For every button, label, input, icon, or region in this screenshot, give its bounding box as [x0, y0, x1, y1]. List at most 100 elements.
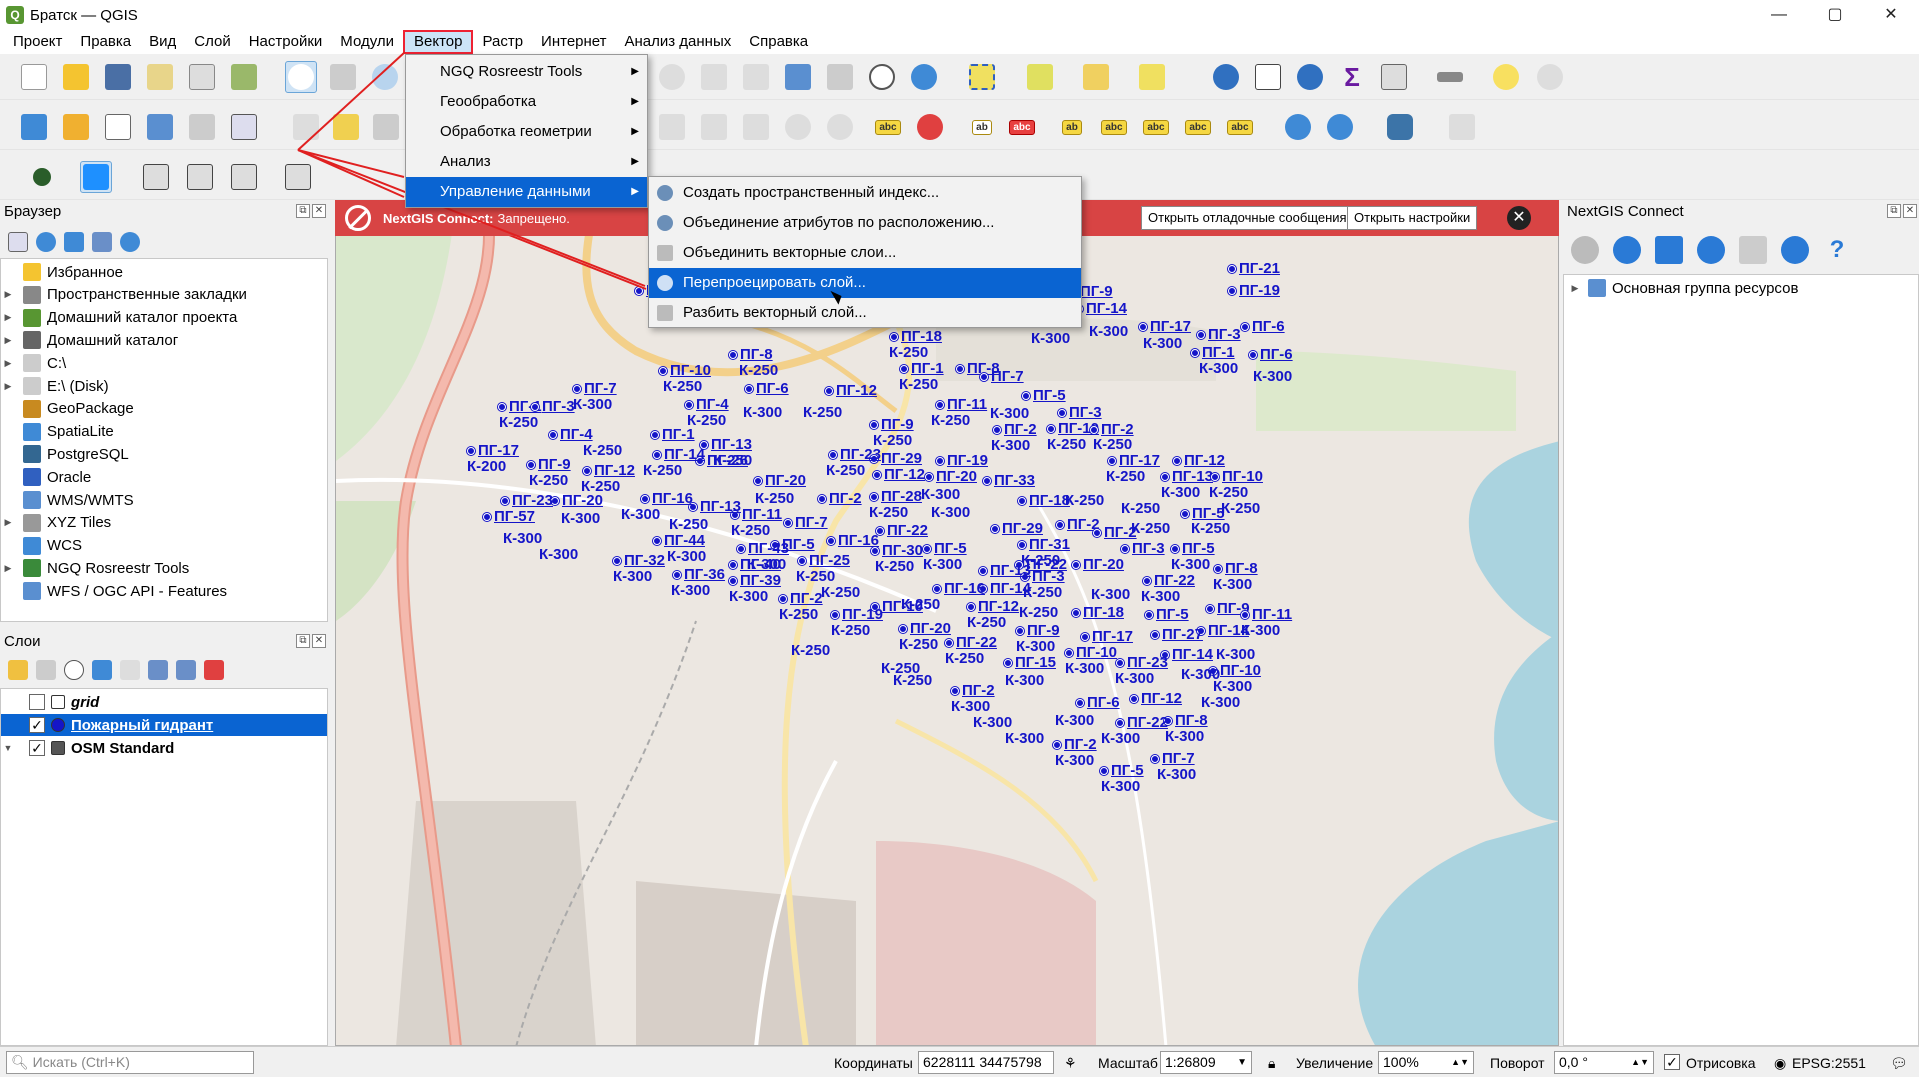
expand-arrow-icon[interactable]: ▼ [1, 743, 15, 753]
new-temp-layer-button[interactable] [186, 111, 218, 143]
select-by-value-button[interactable] [1024, 61, 1056, 93]
expand-arrow-icon[interactable]: ▶ [1, 517, 15, 528]
rotate-label-button[interactable]: abc [1140, 111, 1172, 143]
open-project-button[interactable] [60, 61, 92, 93]
open-field-calc-button[interactable] [1378, 61, 1410, 93]
layer-visibility-checkbox[interactable]: ✓ [29, 717, 45, 733]
show-hide-labels-button[interactable]: abc [1098, 111, 1130, 143]
menu-item-analysis[interactable]: Анализ ▶ [406, 147, 647, 177]
refresh-icon[interactable] [36, 232, 56, 252]
render-checkbox[interactable]: ✓ [1664, 1053, 1686, 1071]
menu-item-split-vector-layer[interactable]: Разбить векторный слой... [649, 298, 1081, 328]
temporal-controller-button[interactable] [866, 61, 898, 93]
float-panel-icon[interactable]: ⧉ [1887, 204, 1901, 218]
zoom-out-button[interactable] [656, 61, 688, 93]
new-virtual-layer-button[interactable] [228, 111, 260, 143]
layer-item[interactable]: ▼ ✓ OSM Standard [1, 737, 327, 759]
filter-legend-icon[interactable] [92, 660, 112, 680]
new-folder-icon[interactable] [1655, 236, 1683, 264]
map-tips-button[interactable] [1490, 61, 1522, 93]
browser-item[interactable]: ▶ XYZ Tiles [1, 512, 111, 534]
menu-view[interactable]: Вид [140, 30, 185, 54]
crs-globe-icon[interactable]: ◉ [1774, 1055, 1786, 1072]
menu-web[interactable]: Интернет [532, 30, 615, 54]
new-spatialite-button[interactable] [144, 111, 176, 143]
browser-item[interactable]: SpatiaLite [1, 421, 114, 443]
rotation-spinbox[interactable]: 0,0 ° ▲▼ [1554, 1051, 1654, 1074]
float-panel-icon[interactable]: ⧉ [296, 634, 310, 648]
coordinate-field[interactable]: 6228111 34475798 [918, 1051, 1054, 1074]
add-group-icon[interactable] [36, 660, 56, 680]
nextgis-sync-button[interactable] [80, 161, 112, 193]
browser-item[interactable]: Избранное [1, 261, 123, 283]
attribute-table-button[interactable] [1252, 61, 1284, 93]
highlight-labels-button[interactable]: abc [1006, 111, 1038, 143]
style-manager-button[interactable] [228, 61, 260, 93]
crs-button[interactable]: EPSG:2551 [1792, 1055, 1866, 1071]
browser-item[interactable]: ▶ Пространственные закладки [1, 284, 247, 306]
close-panel-icon[interactable]: ✕ [1903, 204, 1917, 218]
menu-item-ngq-rosreestr[interactable]: NGQ Rosreestr Tools ▶ [406, 57, 647, 87]
help-icon[interactable]: ? [1823, 236, 1851, 264]
open-web-map-icon[interactable] [1739, 236, 1767, 264]
zoom-full-button[interactable] [698, 61, 730, 93]
select-features-button[interactable] [966, 61, 998, 93]
magnifier-spinbox[interactable]: 100% ▲▼ [1378, 1051, 1474, 1074]
open-debug-messages-button[interactable]: Открыть отладочные сообщения [1141, 206, 1354, 230]
data-source-manager-button[interactable] [18, 111, 50, 143]
pan-to-selection-button[interactable] [327, 61, 359, 93]
add-polygon-button[interactable] [228, 161, 260, 193]
menu-item-data-management[interactable]: Управление данными ▶ [406, 177, 647, 207]
sync-disabled-icon[interactable] [1571, 236, 1599, 264]
expand-arrow-icon[interactable]: ▶ [1, 312, 15, 323]
menu-plugins[interactable]: Модули [331, 30, 403, 54]
digitize-button[interactable] [290, 111, 322, 143]
python-console-button[interactable] [1384, 111, 1416, 143]
menu-item-reproject-layer[interactable]: Перепроецировать слой... [649, 268, 1081, 298]
menu-help[interactable]: Справка [740, 30, 817, 54]
save-edits-button[interactable] [370, 111, 402, 143]
zoom-selection-button[interactable] [740, 61, 772, 93]
add-line-button[interactable] [184, 161, 216, 193]
select-location-button[interactable] [1136, 61, 1168, 93]
browser-item[interactable]: ▶ E:\ (Disk) [1, 375, 109, 397]
expand-all-icon[interactable] [148, 660, 168, 680]
browser-item[interactable]: ▶ Домашний каталог проекта [1, 307, 237, 329]
browser-item[interactable]: WCS [1, 535, 82, 557]
copy-button[interactable] [698, 111, 730, 143]
resource-group-root[interactable]: ▶ Основная группа ресурсов [1568, 277, 1798, 299]
close-message-button[interactable]: ✕ [1507, 206, 1531, 230]
help-contents-button[interactable] [1446, 111, 1478, 143]
add-resource-icon[interactable] [1613, 236, 1641, 264]
expand-arrow-icon[interactable]: ▶ [1568, 283, 1582, 294]
browser-item[interactable]: WFS / OGC API - Features [1, 580, 227, 602]
menu-item-create-spatial-index[interactable]: Создать пространственный индекс... [649, 178, 1081, 208]
browser-item[interactable]: PostgreSQL [1, 443, 129, 465]
statistics-button[interactable]: Σ [1336, 61, 1368, 93]
remove-layer-icon[interactable] [204, 660, 224, 680]
float-panel-icon[interactable]: ⧉ [296, 204, 310, 218]
layer-visibility-checkbox[interactable] [29, 694, 45, 710]
maximize-button[interactable]: ▢ [1807, 0, 1863, 30]
toggle-editing-button[interactable] [330, 111, 362, 143]
new-shapefile-button[interactable] [102, 111, 134, 143]
identify-button[interactable] [1210, 61, 1242, 93]
menu-data-analysis[interactable]: Анализ данных [616, 30, 741, 54]
label-tool-button[interactable]: abc [872, 111, 904, 143]
menu-raster[interactable]: Растр [473, 30, 532, 54]
menu-item-geometry-tools[interactable]: Обработка геометрии ▶ [406, 117, 647, 147]
toggle-extents-icon[interactable]: ⚘ [1064, 1055, 1077, 1072]
paste-button[interactable] [740, 111, 772, 143]
add-feature-button[interactable] [282, 161, 314, 193]
change-label-button[interactable]: abc [1182, 111, 1214, 143]
new-geopackage-button[interactable] [60, 111, 92, 143]
pan-map-button[interactable] [285, 61, 317, 93]
expand-arrow-icon[interactable]: ▶ [1, 381, 15, 392]
browser-item[interactable]: GeoPackage [1, 398, 134, 420]
layer-item[interactable]: grid [1, 691, 327, 713]
locator-search-input[interactable]: 🔍︎ Искать (Ctrl+K) [6, 1051, 254, 1074]
new-project-button[interactable] [18, 61, 50, 93]
expand-arrow-icon[interactable]: ▶ [1, 335, 15, 346]
browser-item[interactable]: ▶ C:\ [1, 352, 66, 374]
processing-toolbox-button[interactable] [1294, 61, 1326, 93]
